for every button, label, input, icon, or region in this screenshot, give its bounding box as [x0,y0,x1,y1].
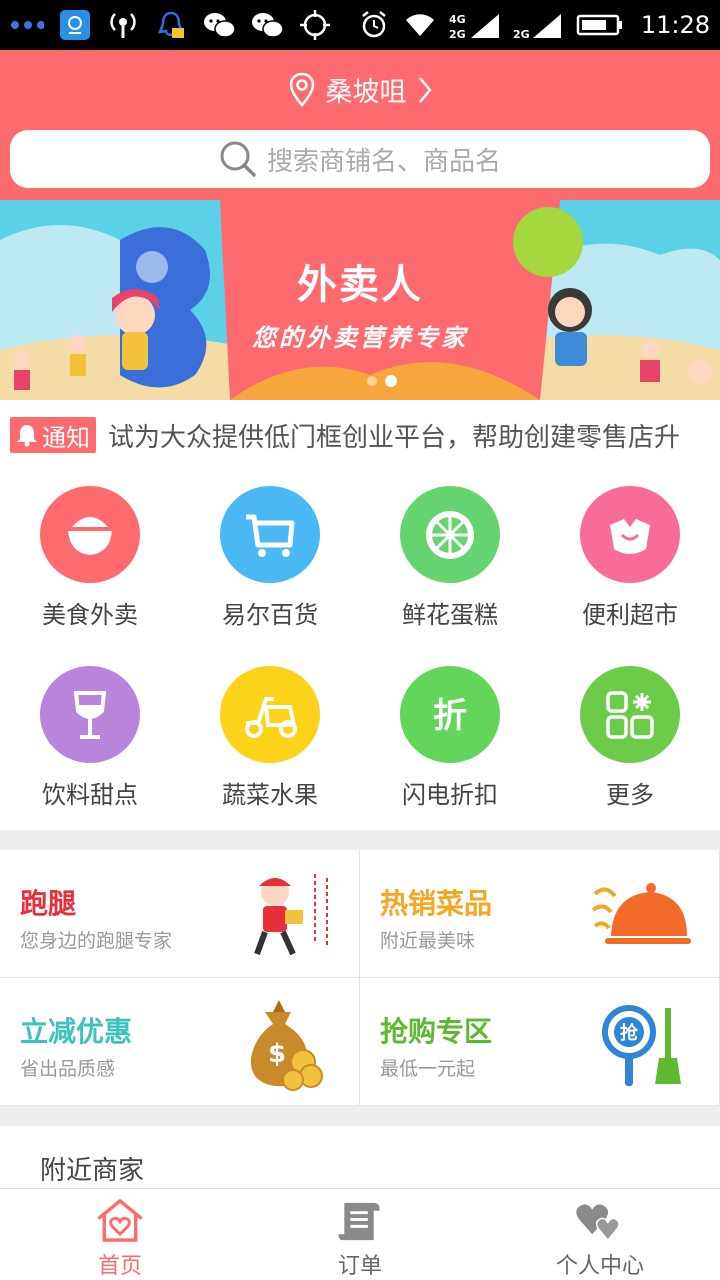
qq-icon [154,10,188,40]
category-drinks-desserts[interactable]: 饮料甜点 [0,650,180,810]
scooter-icon [220,666,320,763]
category-label: 更多 [606,781,654,809]
app-screen: 4G 2G 2G 11:28 桑坡咀 搜索商铺名、商品名 外卖人 您的外卖营养专… [0,0,720,1280]
battery-icon [575,10,625,40]
category-label: 闪电折扣 [402,781,498,809]
tab-label: 订单 [337,1254,382,1279]
notice-tag-label: 通知 [42,423,90,452]
discount-icon: 折 [400,666,500,763]
promo-instant-discount[interactable]: 立减优惠 省出品质感 $ [0,978,360,1106]
promo-subtitle: 您身边的跑腿专家 [20,930,173,952]
category-label: 饮料甜点 [42,781,138,809]
cart-icon [220,486,320,583]
promo-title: 立减优惠 [20,1015,133,1048]
promo-subtitle: 附近最美味 [380,930,476,952]
hearts-icon [576,1204,620,1242]
signal-4g-icon: 4G 2G [449,10,501,40]
courier-icon [254,874,328,956]
search-placeholder: 搜索商铺名、商品名 [266,146,501,177]
nearby-section: 附近商家 [0,1126,720,1190]
tab-label: 个人中心 [555,1254,644,1279]
category-label: 便利超市 [582,601,678,629]
net-label-2g-b: 2G [513,28,530,40]
category-label: 易尔百货 [222,601,318,629]
order-scroll-icon [338,1202,380,1241]
category-grid: 美食外卖 易尔百货 鲜花蛋糕 便利超市 饮料甜点 蔬菜水果 折 闪电折扣 更多 [0,470,720,830]
bottom-tab-bar: 首页 订单 个人中心 [0,1188,720,1280]
gps-icon [298,10,332,40]
location-label: 桑坡咀 [325,77,407,108]
promo-errand[interactable]: 跑腿 您身边的跑腿专家 [0,850,360,978]
wechat-icon [250,10,284,40]
more-grid-icon [580,666,680,763]
category-label: 蔬菜水果 [222,781,318,809]
location-selector[interactable]: 桑坡咀 [0,70,720,109]
banner-subtitle: 您的外卖营养专家 [252,324,468,352]
money-bag-icon: $ [250,1000,323,1091]
net-label-2g-a: 2G [449,28,466,40]
tab-label: 首页 [97,1254,142,1279]
wine-icon [40,666,140,763]
bell-icon [17,425,37,447]
status-bar: 4G 2G 2G 11:28 [0,0,720,50]
promo-title: 抢购专区 [380,1015,493,1048]
svg-text:折: 折 [433,696,467,736]
app-icon [58,10,92,40]
category-convenience[interactable]: 便利超市 [540,470,720,630]
notice-tag: 通知 [10,417,96,453]
tab-profile[interactable]: 个人中心 [480,1189,720,1280]
promo-hot-dishes[interactable]: 热销菜品 附近最美味 [360,850,720,978]
chevron-right-icon [418,76,432,103]
promo-subtitle: 省出品质感 [20,1058,116,1080]
tab-orders[interactable]: 订单 [240,1189,480,1280]
category-flash-discount[interactable]: 折 闪电折扣 [360,650,540,810]
grab-icon: 抢 [602,1005,681,1086]
clock: 11:28 [640,11,710,39]
home-heart-icon [97,1199,143,1242]
search-input[interactable]: 搜索商铺名、商品名 [10,130,710,188]
category-department-store[interactable]: 易尔百货 [180,470,360,630]
tab-home[interactable]: 首页 [0,1189,240,1280]
promo-flash-sale[interactable]: 抢购专区 最低一元起 抢 [360,978,720,1106]
category-food[interactable]: 美食外卖 [0,470,180,630]
nearby-title: 附近商家 [40,1156,145,1186]
bowl-icon [40,486,140,583]
wechat-icon [202,10,236,40]
category-label: 美食外卖 [42,601,138,629]
lime-icon [400,486,500,583]
svg-text:抢: 抢 [620,1022,639,1044]
pager-dot [367,376,377,386]
svg-text:$: $ [268,1039,286,1069]
banner-pager [367,375,397,387]
bag-icon [580,486,680,583]
promo-title: 跑腿 [20,887,77,920]
notice-text: 试为大众提供低门框创业平台，帮助创建零售店升 [108,422,681,453]
category-flowers-cakes[interactable]: 鲜花蛋糕 [360,470,540,630]
dots-icon [10,10,44,40]
promo-subtitle: 最低一元起 [380,1058,476,1080]
category-vegetables-fruit[interactable]: 蔬菜水果 [180,650,360,810]
wifi-icon [403,10,437,40]
notice-bar[interactable]: 通知 试为大众提供低门框创业平台，帮助创建零售店升 [0,400,720,470]
signal-2g-icon: 2G [513,10,563,40]
search-icon [220,141,256,177]
location-pin-icon [289,72,314,107]
header: 桑坡咀 搜索商铺名、商品名 [0,50,720,200]
cloche-icon [591,883,691,944]
category-more[interactable]: 更多 [540,650,720,810]
promo-banner[interactable]: 外卖人 您的外卖营养专家 [0,200,720,400]
promo-section: 跑腿 您身边的跑腿专家 热销菜品 附近最美味 立减优惠 省出品质感 $ 抢购专区… [0,850,720,1106]
net-label-4g: 4G [449,13,466,26]
hotspot-icon [106,10,140,40]
alarm-icon [357,10,391,40]
pager-dot-active [385,375,397,387]
banner-title: 外卖人 [297,262,423,308]
category-label: 鲜花蛋糕 [402,601,498,629]
promo-title: 热销菜品 [380,887,493,920]
